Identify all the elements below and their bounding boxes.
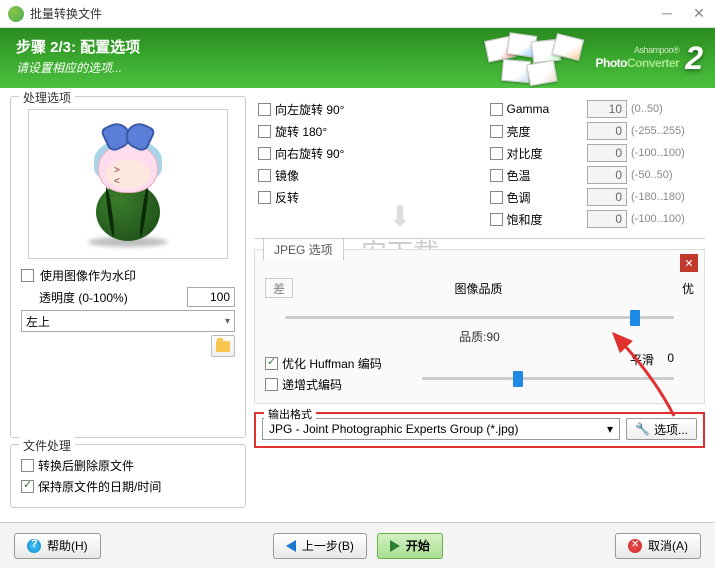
watermark-label: 使用图像作为水印 (40, 267, 235, 284)
back-button[interactable]: 上一步(B) (273, 533, 367, 559)
quality-low-label: 差 (265, 278, 293, 298)
quality-value: 品质:90 (265, 328, 694, 345)
adjust-range: (0..50) (631, 103, 701, 115)
back-arrow-icon (286, 540, 296, 552)
progressive-label: 递增式编码 (282, 376, 342, 393)
position-value: 左上 (26, 313, 50, 330)
quality-high-label: 优 (664, 280, 694, 297)
transform-checkbox[interactable] (258, 147, 271, 160)
transform-label: 镜像 (275, 167, 470, 184)
help-icon (27, 539, 41, 553)
adjust-range: (-180..180) (631, 191, 701, 203)
adjust-checkbox[interactable] (490, 191, 503, 204)
adjust-checkbox[interactable] (490, 103, 503, 116)
quality-mid-label: 图像品质 (303, 280, 654, 297)
folder-icon (216, 341, 230, 352)
jpeg-close-button[interactable]: ✕ (680, 254, 698, 272)
file-handling-legend: 文件处理 (19, 437, 75, 454)
keep-date-label: 保持原文件的日期/时间 (38, 478, 161, 495)
processing-options-group: 处理选项 使用图像作为水印 透明度 (0-100%) (10, 96, 246, 438)
close-button[interactable]: ✕ (691, 5, 707, 22)
output-format-group: 输出格式 JPG - Joint Photographic Experts Gr… (254, 412, 705, 448)
adjust-value-input[interactable] (587, 144, 627, 162)
app-icon (8, 6, 24, 22)
play-icon (390, 540, 400, 552)
opacity-label: 透明度 (0-100%) (21, 289, 181, 306)
gear-icon: 🔧 (635, 422, 650, 436)
adjust-value-input[interactable] (587, 166, 627, 184)
adjust-range: (-255..255) (631, 125, 701, 137)
adjust-range: (-50..50) (631, 169, 701, 181)
quality-slider[interactable] (285, 308, 674, 326)
transform-options-grid: 向左旋转 90° 旋转 180° 向右旋转 90° 镜像反转 Gamma (0..50)… (254, 96, 705, 239)
keep-date-checkbox[interactable] (21, 480, 34, 493)
smooth-slider[interactable] (422, 369, 674, 387)
chevron-down-icon: ▾ (225, 316, 230, 327)
transform-checkbox[interactable] (258, 191, 271, 204)
huffman-label: 优化 Huffman 编码 (282, 355, 382, 372)
adjust-checkbox[interactable] (490, 147, 503, 160)
adjust-range: (-100..100) (631, 213, 701, 225)
smooth-label: 平滑 (630, 351, 654, 368)
adjust-value-input[interactable] (587, 122, 627, 140)
adjust-range: (-100..100) (631, 147, 701, 159)
adjust-value-input[interactable] (587, 100, 627, 118)
adjust-checkbox[interactable] (490, 125, 503, 138)
jpeg-tab[interactable]: JPEG 选项 (263, 238, 344, 260)
progressive-checkbox[interactable] (265, 378, 278, 391)
smooth-value: 0 (667, 351, 674, 365)
transform-label: 反转 (275, 189, 470, 206)
huffman-checkbox[interactable] (265, 357, 278, 370)
brand-logo: Ashampoo® PhotoConverter 2 (482, 32, 703, 84)
file-handling-group: 文件处理 转换后删除原文件 保持原文件的日期/时间 (10, 444, 246, 508)
transform-label: 向右旋转 90° (275, 145, 470, 162)
adjust-checkbox[interactable] (490, 169, 503, 182)
adjust-value-input[interactable] (587, 210, 627, 228)
cancel-icon (628, 539, 642, 553)
transform-checkbox[interactable] (258, 125, 271, 138)
header-banner: 步骤 2/3: 配置选项 请设置相应的选项... Ashampoo® Photo… (0, 28, 715, 88)
adjust-label: Gamma (507, 102, 584, 116)
cancel-button[interactable]: 取消(A) (615, 533, 701, 559)
window-title: 批量转换文件 (30, 5, 659, 22)
adjust-value-input[interactable] (587, 188, 627, 206)
output-legend: 输出格式 (264, 406, 316, 422)
opacity-input[interactable] (187, 287, 235, 307)
output-format-value: JPG - Joint Photographic Experts Group (… (269, 422, 518, 436)
titlebar: 批量转换文件 ─ ✕ (0, 0, 715, 28)
preview-image (28, 109, 228, 259)
minimize-button[interactable]: ─ (659, 5, 675, 22)
jpeg-options-panel: JPEG 选项 ✕ 差 图像品质 优 品质:90 优化 Huffman 编码 (254, 249, 705, 404)
adjust-label: 饱和度 (507, 211, 584, 228)
transform-label: 向左旋转 90° (275, 101, 470, 118)
processing-legend: 处理选项 (19, 89, 75, 106)
footer-buttons: 帮助(H) 上一步(B) 开始 取消(A) (0, 522, 715, 568)
transform-checkbox[interactable] (258, 103, 271, 116)
delete-original-label: 转换后删除原文件 (38, 457, 134, 474)
adjust-checkbox[interactable] (490, 213, 503, 226)
position-dropdown[interactable]: 左上 ▾ (21, 310, 235, 332)
adjust-label: 色调 (507, 189, 584, 206)
start-button[interactable]: 开始 (377, 533, 443, 559)
format-options-button[interactable]: 🔧 选项... (626, 418, 697, 440)
transform-checkbox[interactable] (258, 169, 271, 182)
adjust-label: 亮度 (507, 123, 584, 140)
help-button[interactable]: 帮助(H) (14, 533, 101, 559)
delete-original-checkbox[interactable] (21, 459, 34, 472)
chevron-down-icon: ▾ (607, 422, 613, 436)
browse-watermark-button[interactable] (211, 335, 235, 357)
transform-label: 旋转 180° (275, 123, 470, 140)
watermark-checkbox[interactable] (21, 269, 34, 282)
adjust-label: 色温 (507, 167, 584, 184)
adjust-label: 对比度 (507, 145, 584, 162)
